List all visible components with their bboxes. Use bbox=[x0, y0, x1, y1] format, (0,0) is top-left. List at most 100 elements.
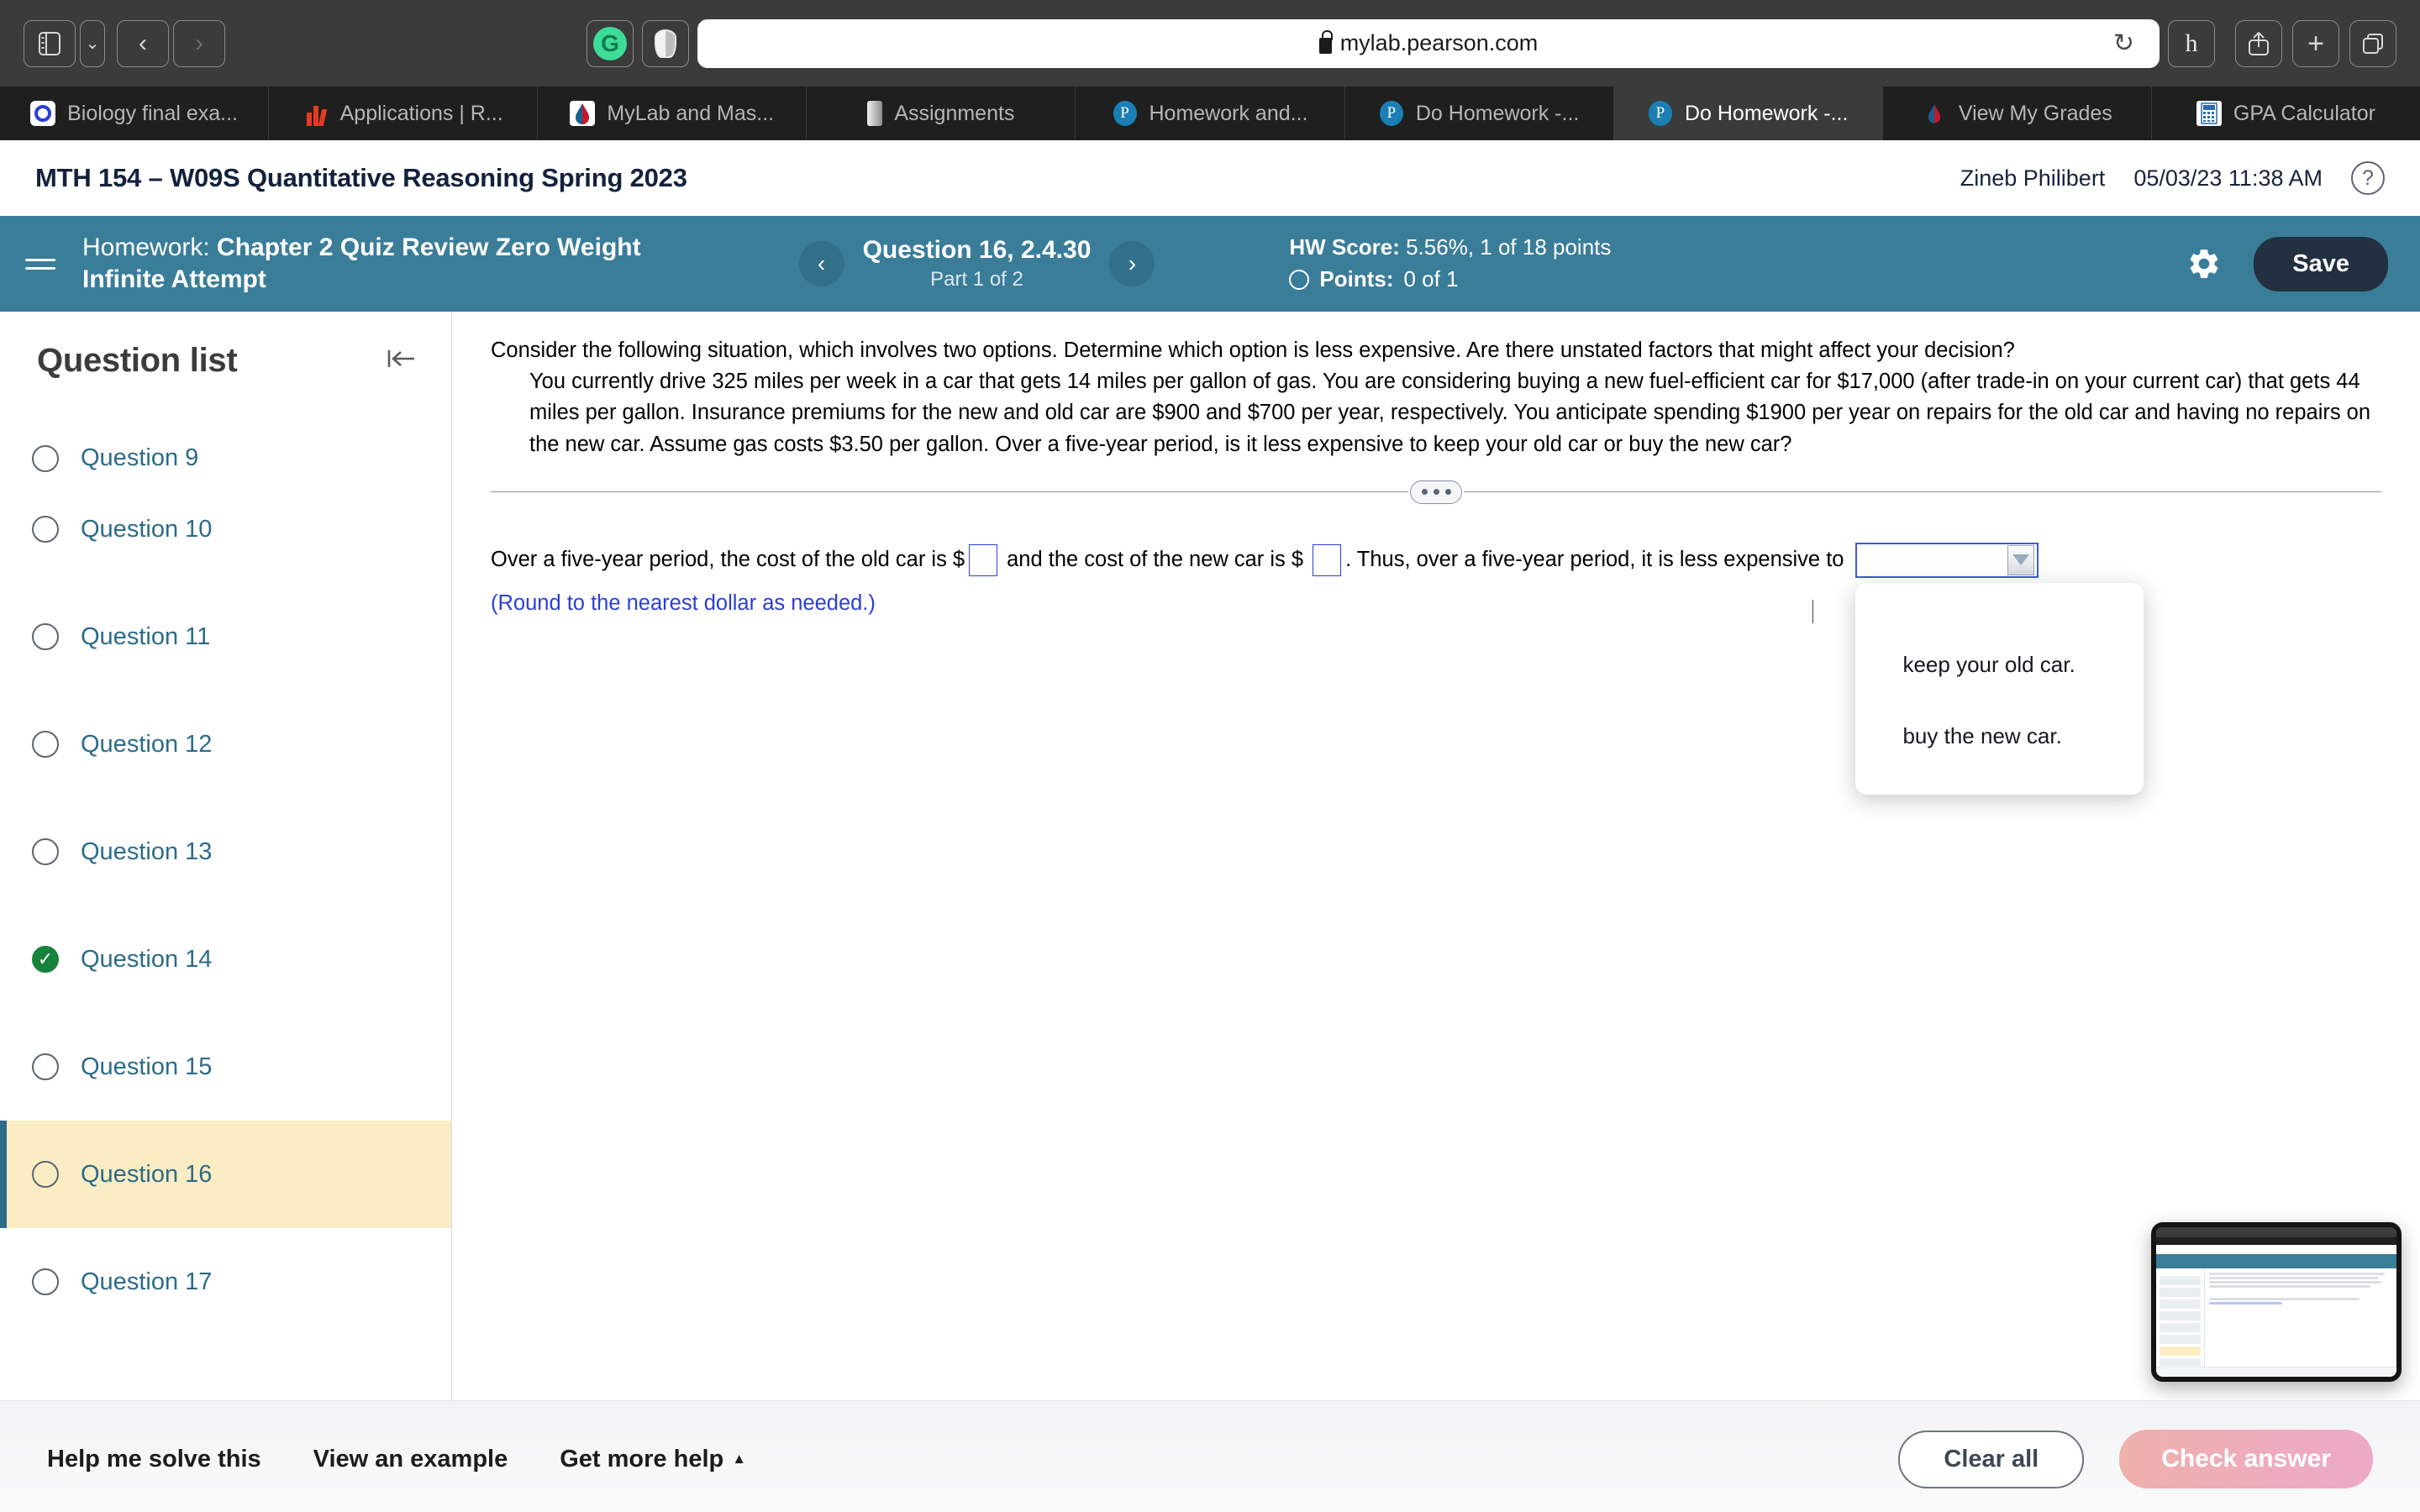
answer-text-part3: . Thus, over a five-year period, it is l… bbox=[1345, 548, 1844, 572]
url-text: mylab.pearson.com bbox=[1339, 30, 1539, 55]
question-list-panel: Question list Question 9 Question 10 Que… bbox=[0, 312, 452, 1400]
tab-label: GPA Calculator bbox=[2233, 101, 2375, 125]
browser-tab-mylab-mastering[interactable]: MyLab and Mas... bbox=[538, 87, 808, 140]
settings-button[interactable] bbox=[2185, 244, 2223, 283]
tab-label: Applications | R... bbox=[339, 101, 503, 125]
choice-select[interactable] bbox=[1855, 542, 2039, 578]
question-navigation: ‹ Question 16, 2.4.30 Part 1 of 2 › bbox=[798, 236, 1155, 291]
get-more-help-button[interactable]: Get more help ▲ bbox=[560, 1446, 746, 1473]
view-an-example-button[interactable]: View an example bbox=[313, 1446, 508, 1473]
pearson-favicon-icon: P bbox=[1113, 101, 1138, 126]
get-more-help-label: Get more help bbox=[560, 1445, 724, 1473]
shield-extension-button[interactable] bbox=[642, 19, 689, 67]
points-status-icon bbox=[1289, 269, 1310, 290]
answer-text-part2: and the cost of the new car is $ bbox=[1007, 548, 1304, 572]
prev-icon: ‹ bbox=[817, 250, 826, 276]
back-button[interactable]: ‹ bbox=[117, 19, 169, 67]
question-list-item-16[interactable]: Question 16 bbox=[0, 1121, 451, 1228]
assignment-toolbar: Homework: Chapter 2 Quiz Review Zero Wei… bbox=[0, 216, 2420, 312]
help-icon[interactable]: ? bbox=[2351, 161, 2385, 195]
question-list-header: Question list bbox=[0, 312, 451, 395]
question-pane: Consider the following situation, which … bbox=[452, 312, 2420, 1400]
previous-question-button[interactable]: ‹ bbox=[798, 241, 844, 286]
hypothesis-extension-button[interactable]: h bbox=[2168, 19, 2215, 67]
gpa-calculator-favicon-icon bbox=[2196, 101, 2222, 126]
thumb-question-pane bbox=[2205, 1268, 2396, 1367]
url-bar[interactable]: mylab.pearson.com ↻ bbox=[697, 18, 2160, 68]
browser-tab-view-my-grades[interactable]: View My Grades bbox=[1883, 87, 2152, 140]
question-list-item-label: Question 16 bbox=[81, 1160, 213, 1188]
divider-line-right bbox=[1464, 491, 2381, 493]
collapse-left-icon bbox=[387, 349, 414, 367]
sidebar-chevron-icon[interactable]: ⌄ bbox=[80, 19, 105, 67]
assignments-favicon-icon bbox=[867, 101, 883, 126]
browser-tab-do-homework-1[interactable]: P Do Homework -... bbox=[1345, 87, 1614, 140]
sidebar-toggle-icon[interactable] bbox=[24, 19, 76, 67]
question-list-item-17[interactable]: Question 17 bbox=[0, 1228, 451, 1336]
browser-tab-gpa-calculator[interactable]: GPA Calculator bbox=[2152, 87, 2420, 140]
points-row: Points: 0 of 1 bbox=[1289, 264, 1611, 296]
question-list-item-label: Question 14 bbox=[81, 945, 213, 973]
thumb-tab-bar bbox=[2156, 1237, 2396, 1245]
new-tab-button[interactable]: + bbox=[2292, 19, 2339, 67]
browser-tab-assignments[interactable]: Assignments bbox=[807, 87, 1076, 140]
question-text: Consider the following situation, which … bbox=[452, 312, 2420, 460]
question-list-item-11[interactable]: Question 11 bbox=[0, 583, 451, 690]
forward-button[interactable]: › bbox=[173, 19, 225, 67]
chevron-down-icon bbox=[2007, 544, 2035, 575]
header-right: Zineb Philibert 05/03/23 11:38 AM ? bbox=[1960, 161, 2385, 195]
lock-icon bbox=[1318, 29, 1333, 54]
browser-tab-do-homework-2[interactable]: P Do Homework -... bbox=[1613, 87, 1883, 140]
check-answer-button[interactable]: Check answer bbox=[2119, 1430, 2373, 1488]
question-footer-toolbar: Help me solve this View an example Get m… bbox=[0, 1400, 2420, 1512]
drag-handle-dots-icon[interactable] bbox=[1410, 480, 1462, 504]
tab-overview-button[interactable] bbox=[2349, 19, 2396, 67]
browser-right-controls: + bbox=[2235, 19, 2396, 67]
browser-tab-applications[interactable]: Applications | R... bbox=[269, 87, 539, 140]
grammarly-extension-button[interactable]: G bbox=[587, 19, 634, 67]
next-icon: › bbox=[1128, 250, 1137, 276]
question-status-icon bbox=[32, 623, 59, 650]
thumb-assignment-toolbar bbox=[2156, 1254, 2396, 1268]
hw-score-row: HW Score: 5.56%, 1 of 18 points bbox=[1289, 232, 1611, 264]
screenshot-thumbnail[interactable] bbox=[2151, 1222, 2402, 1382]
question-list-item-10[interactable]: Question 10 bbox=[0, 475, 451, 583]
new-car-cost-input[interactable] bbox=[1313, 543, 1342, 576]
user-name: Zineb Philibert bbox=[1960, 165, 2106, 191]
tab-label: Do Homework -... bbox=[1684, 101, 1849, 125]
question-list-item-15[interactable]: Question 15 bbox=[0, 1013, 451, 1121]
browser-tab-homework-and[interactable]: P Homework and... bbox=[1076, 87, 1345, 140]
choice-select-wrapper: keep your old car. buy the new car. bbox=[1855, 542, 2144, 795]
grammarly-icon: G bbox=[593, 26, 627, 60]
question-list-item-label: Question 9 bbox=[81, 444, 199, 471]
question-list-item-14[interactable]: ✓ Question 14 bbox=[0, 906, 451, 1013]
question-list-item-12[interactable]: Question 12 bbox=[0, 690, 451, 798]
answer-text-part1: Over a five-year period, the cost of the… bbox=[491, 548, 965, 572]
share-button[interactable] bbox=[2235, 19, 2282, 67]
next-question-button[interactable]: › bbox=[1109, 241, 1155, 286]
menu-icon[interactable] bbox=[25, 258, 60, 270]
question-body: You currently drive 325 miles per week i… bbox=[529, 370, 2371, 456]
caret-up-icon: ▲ bbox=[732, 1451, 747, 1467]
collapse-panel-icon[interactable] bbox=[386, 345, 418, 377]
chevron-down-glyph: ⌄ bbox=[85, 34, 100, 53]
question-list-item-9[interactable]: Question 9 bbox=[0, 395, 451, 475]
question-list-item-label: Question 11 bbox=[81, 622, 211, 650]
clear-all-button[interactable]: Clear all bbox=[1898, 1430, 2085, 1488]
browser-tab-biology[interactable]: Biology final exa... bbox=[0, 87, 270, 140]
old-car-cost-input[interactable] bbox=[969, 543, 998, 576]
share-icon bbox=[2249, 31, 2269, 55]
help-me-solve-this-button[interactable]: Help me solve this bbox=[47, 1446, 261, 1473]
browser-nav-controls: ‹ › bbox=[117, 19, 225, 67]
question-list-item-13[interactable]: Question 13 bbox=[0, 798, 451, 906]
thumb-footer bbox=[2156, 1367, 2396, 1377]
dropdown-option-keep-old-car[interactable]: keep your old car. bbox=[1855, 629, 2144, 701]
sidebar-icon bbox=[39, 31, 60, 55]
homework-label: Homework: bbox=[82, 233, 210, 261]
thumb-browser-chrome bbox=[2156, 1227, 2396, 1237]
dropdown-option-buy-new-car[interactable]: buy the new car. bbox=[1855, 701, 2144, 773]
reload-icon[interactable]: ↻ bbox=[2113, 29, 2134, 58]
question-status-correct-icon: ✓ bbox=[32, 946, 59, 973]
save-button[interactable]: Save bbox=[2254, 236, 2388, 291]
forward-icon: › bbox=[195, 29, 203, 57]
